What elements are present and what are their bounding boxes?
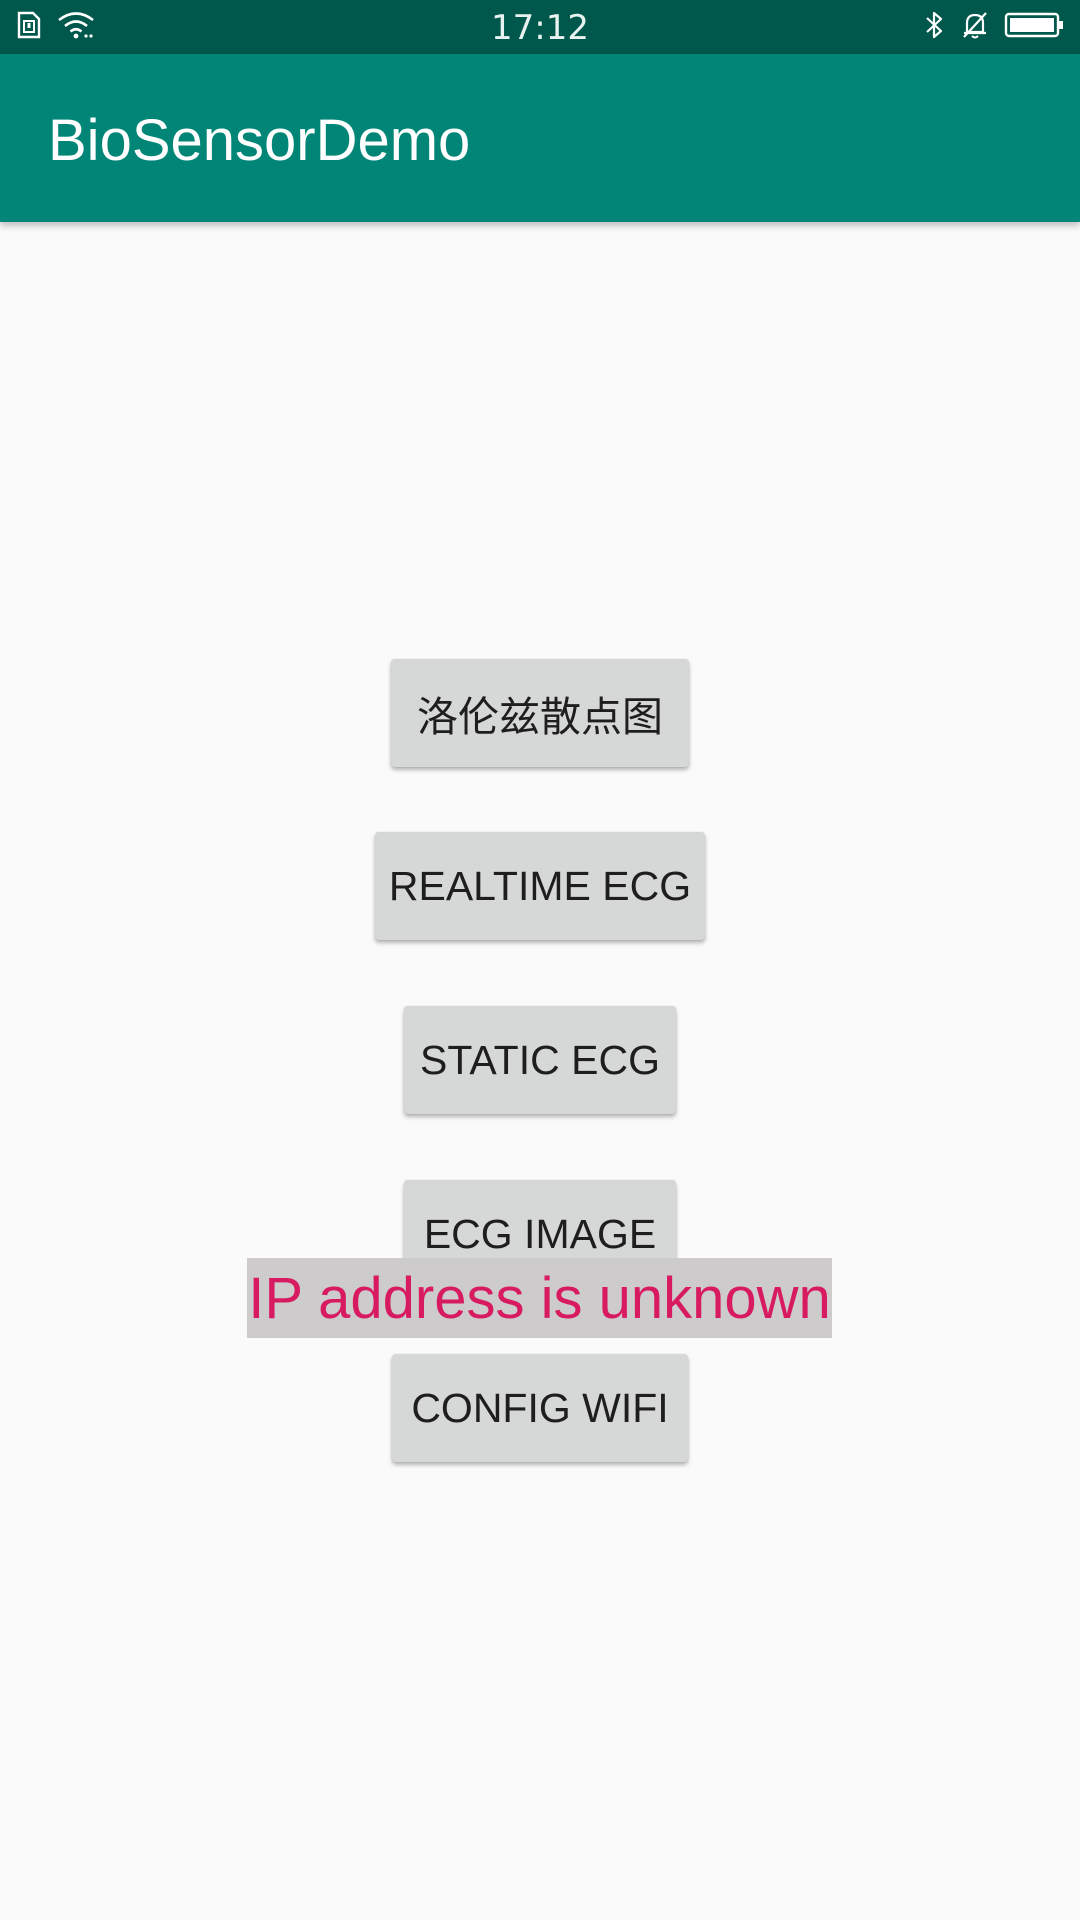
notifications-off-icon <box>960 10 990 45</box>
battery-icon <box>1004 10 1066 45</box>
app-bar: BioSensorDemo <box>0 54 1080 222</box>
lorenz-scatter-button[interactable]: 洛伦兹散点图 <box>391 659 689 767</box>
status-right-icons <box>924 10 1066 44</box>
status-bar: 17:12 <box>0 0 1080 54</box>
app-title: BioSensorDemo <box>48 108 471 173</box>
ip-status-text: IP address is unknown <box>247 1258 832 1338</box>
status-time: 17:12 <box>491 8 589 48</box>
config-wifi-button[interactable]: CONFIG WIFI <box>392 1354 688 1462</box>
realtime-ecg-button[interactable]: REALTIME ECG <box>375 832 705 940</box>
bluetooth-icon <box>924 10 946 45</box>
main-content: 洛伦兹散点图 REALTIME ECG STATIC ECG ECG IMAGE… <box>0 222 1080 1920</box>
static-ecg-button[interactable]: STATIC ECG <box>404 1006 676 1114</box>
